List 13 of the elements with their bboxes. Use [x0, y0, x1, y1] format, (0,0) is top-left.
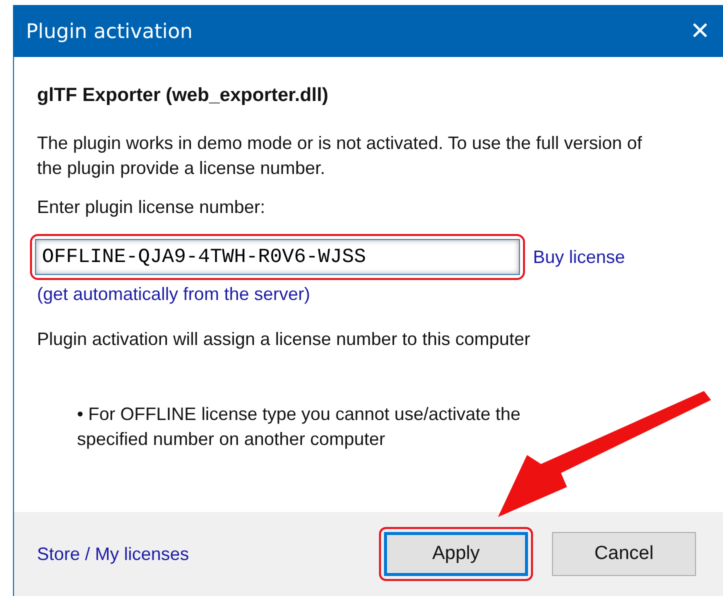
plugin-name: glTF Exporter (web_exporter.dll): [37, 85, 330, 107]
description-text: The plugin works in demo mode or is not activated. To use the full version of the plugin provide a license number.: [37, 132, 643, 180]
license-field[interactable]: OFFLINE-QJA9-4TWH-R0V6-WJSS: [35, 239, 520, 275]
offline-note: • For OFFLINE license type you cannot use/activate the specified number on another computer: [77, 403, 522, 451]
license-label: Enter plugin license number:: [37, 197, 266, 218]
activation-note: Plugin activation will assign a license number to this computer: [37, 329, 532, 350]
window-title: Plugin activation: [26, 19, 193, 43]
close-button[interactable]: ✕: [677, 9, 723, 53]
apply-button[interactable]: Apply: [384, 532, 528, 576]
auto-license-link[interactable]: (get automatically from the server): [37, 284, 703, 305]
cancel-button[interactable]: Cancel: [552, 532, 696, 576]
buy-license-link[interactable]: Buy license: [533, 246, 626, 268]
store-link[interactable]: Store / My licenses: [37, 544, 190, 564]
